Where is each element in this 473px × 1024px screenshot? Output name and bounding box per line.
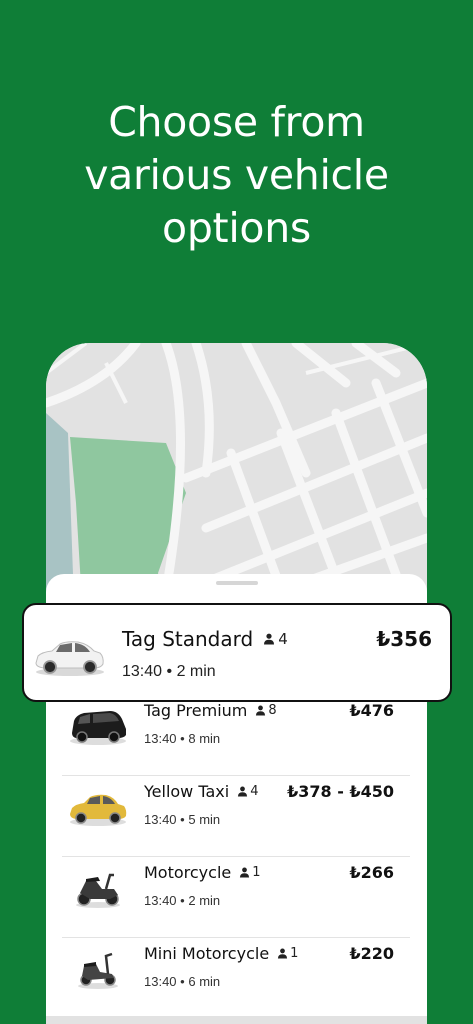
person-icon [278,948,288,959]
motorcycle-icon [76,873,120,908]
separator-dot: • [166,663,173,680]
selected-option-price: ₺356 [376,627,432,651]
capacity-indicator: 1 [277,946,298,961]
separator-dot: • [180,974,185,989]
capacity-count: 4 [250,784,259,799]
option-price: ₺266 [349,863,394,882]
headline-line-3: options [162,204,311,252]
arrival-time: 13:40 [144,893,177,908]
capacity-count: 1 [290,946,299,961]
capacity-indicator: 4 [263,630,288,648]
vehicle-option-tag-premium[interactable]: Tag Premium 8 13:40 • 8 min ₺476 [62,695,410,776]
option-name: Motorcycle [144,863,232,882]
yellow-taxi-icon [70,794,127,826]
arrival-time: 13:40 [144,974,177,989]
headline-line-1: Choose from [108,98,365,146]
selected-option-time-eta: 13:40 • 2 min [122,663,216,681]
option-name: Tag Premium [144,701,248,720]
capacity-count: 1 [252,865,261,880]
separator-dot: • [180,812,185,827]
capacity-indicator: 4 [237,784,258,799]
option-time-eta: 13:40 • 5 min [144,812,220,827]
option-time-eta: 13:40 • 2 min [144,893,220,908]
arrival-time: 13:40 [122,663,163,680]
sheet-drag-handle[interactable] [216,581,258,585]
eta-duration: 2 min [176,663,216,680]
option-name: Mini Motorcycle [144,944,270,963]
person-icon [256,705,266,716]
selected-vehicle-option[interactable]: Tag Standard 4 13:40 • 2 min ₺356 [22,603,452,702]
arrival-time: 13:40 [144,812,177,827]
option-time-eta: 13:40 • 6 min [144,974,220,989]
separator-dot: • [180,893,185,908]
vehicle-option-yellow-taxi[interactable]: Yellow Taxi 4 13:40 • 5 min ₺378 - ₺450 [62,776,410,857]
capacity-count: 8 [268,703,277,718]
capacity-count: 4 [278,630,288,648]
capacity-indicator: 8 [255,703,277,718]
eta-duration: 8 min [188,731,221,746]
arrival-time: 13:40 [144,731,177,746]
map-view[interactable] [46,343,427,603]
white-sedan-icon [35,641,104,676]
option-price: ₺378 - ₺450 [287,782,394,801]
vehicle-option-mini-motorcycle[interactable]: Mini Motorcycle 1 13:40 • 6 min ₺220 [62,938,410,1019]
eta-duration: 6 min [188,974,221,989]
option-time-eta: 13:40 • 8 min [144,731,220,746]
scooter-icon [78,952,118,989]
option-name: Yellow Taxi [144,782,230,801]
eta-duration: 5 min [188,812,221,827]
map-bottom-edge [46,1016,427,1024]
headline-line-2: various vehicle [84,151,389,199]
person-icon [240,867,250,878]
selected-option-name: Tag Standard [122,627,254,651]
option-price: ₺476 [349,701,394,720]
person-icon [264,633,275,645]
person-icon [238,786,248,797]
capacity-indicator: 1 [239,865,261,880]
option-price: ₺220 [349,944,394,963]
black-minivan-icon [70,711,126,745]
eta-duration: 2 min [188,893,221,908]
separator-dot: • [180,731,185,746]
vehicle-option-motorcycle[interactable]: Motorcycle 1 13:40 • 2 min ₺266 [62,857,410,938]
page-headline: Choose from various vehicle options [0,96,473,255]
